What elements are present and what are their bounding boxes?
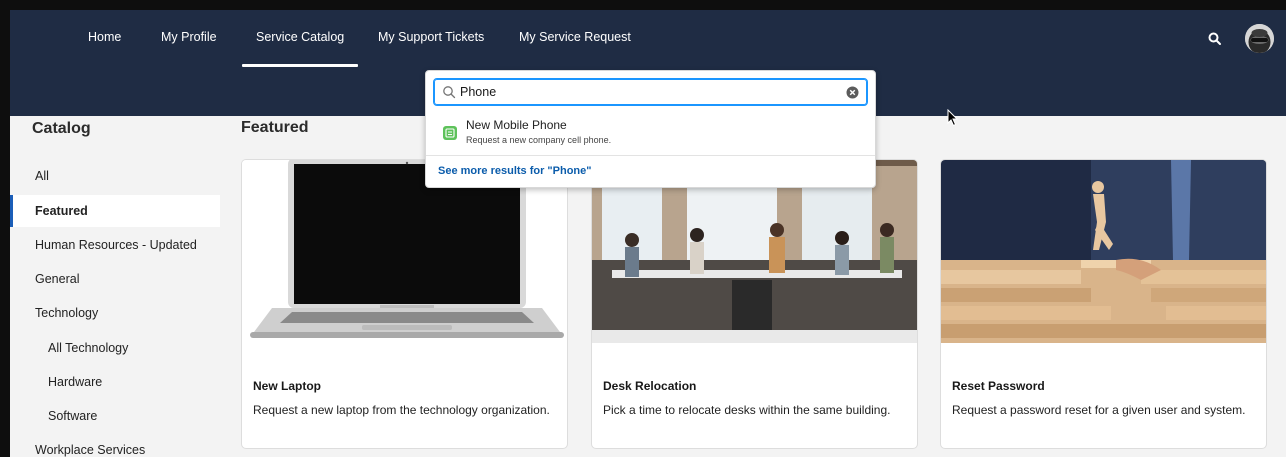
result-title: New Mobile Phone <box>466 118 567 132</box>
card-description: Pick a time to relocate desks within the… <box>603 403 891 417</box>
divider <box>426 155 875 156</box>
card-new-laptop[interactable]: New Laptop Request a new laptop from the… <box>241 159 568 449</box>
sidebar-item-label: Workplace Services <box>35 443 146 457</box>
sidebar-item-featured[interactable]: Featured <box>10 195 220 227</box>
card-desk-relocation[interactable]: Desk Relocation Pick a time to relocate … <box>591 159 918 449</box>
sidebar-item-human-resources[interactable]: Human Resources - Updated <box>10 229 220 261</box>
card-title: New Laptop <box>253 379 321 393</box>
card-reset-password[interactable]: Reset Password Request a password reset … <box>940 159 1267 449</box>
card-title: Reset Password <box>952 379 1045 393</box>
nav-my-profile[interactable]: My Profile <box>161 30 217 44</box>
avatar[interactable] <box>1245 24 1274 53</box>
search-icon[interactable] <box>1206 30 1224 48</box>
sidebar-item-label: All <box>35 169 49 183</box>
search-result-item[interactable]: New Mobile Phone Request a new company c… <box>426 113 875 153</box>
sidebar-item-label: Featured <box>35 204 88 218</box>
sidebar-item-hardware[interactable]: Hardware <box>10 366 220 398</box>
sidebar-item-label: Hardware <box>48 375 103 389</box>
nav-home[interactable]: Home <box>88 30 121 44</box>
mouse-cursor-icon <box>947 108 959 132</box>
result-subtitle: Request a new company cell phone. <box>466 135 612 145</box>
catalog-sidebar: Catalog All Featured Human Resources - U… <box>10 116 222 457</box>
search-dropdown: New Mobile Phone Request a new company c… <box>425 70 876 188</box>
sidebar-item-general[interactable]: General <box>10 263 220 295</box>
card-description: Request a new laptop from the technology… <box>253 403 550 417</box>
nav-service-catalog[interactable]: Service Catalog <box>241 30 359 67</box>
clear-icon[interactable] <box>846 86 859 104</box>
card-description: Request a password reset for a given use… <box>952 403 1246 417</box>
sidebar-item-all-technology[interactable]: All Technology <box>10 332 220 364</box>
nav-my-service-request[interactable]: My Service Request <box>519 30 631 44</box>
sidebar-title: Catalog <box>32 120 91 137</box>
search-field <box>433 78 868 106</box>
sidebar-item-technology[interactable]: Technology <box>10 297 220 329</box>
page-title: Featured <box>241 119 309 136</box>
sidebar-item-all[interactable]: All <box>10 160 220 192</box>
sidebar-item-label: Human Resources - Updated <box>35 238 197 252</box>
sidebar-item-label: General <box>35 272 80 286</box>
stairs-image <box>941 160 1266 343</box>
sidebar-item-label: Software <box>48 409 98 423</box>
nav-my-support-tickets[interactable]: My Support Tickets <box>378 30 484 44</box>
sidebar-item-label: Technology <box>35 306 99 320</box>
card-title: Desk Relocation <box>603 379 697 393</box>
search-input[interactable] <box>460 85 840 99</box>
sidebar-item-software[interactable]: Software <box>10 400 220 432</box>
search-icon <box>442 85 456 104</box>
sidebar-item-workplace-services[interactable]: Workplace Services <box>10 434 220 457</box>
sidebar-item-label: All Technology <box>48 341 129 355</box>
catalog-item-icon <box>443 126 457 140</box>
see-more-results-link[interactable]: See more results for "Phone" <box>438 165 591 177</box>
